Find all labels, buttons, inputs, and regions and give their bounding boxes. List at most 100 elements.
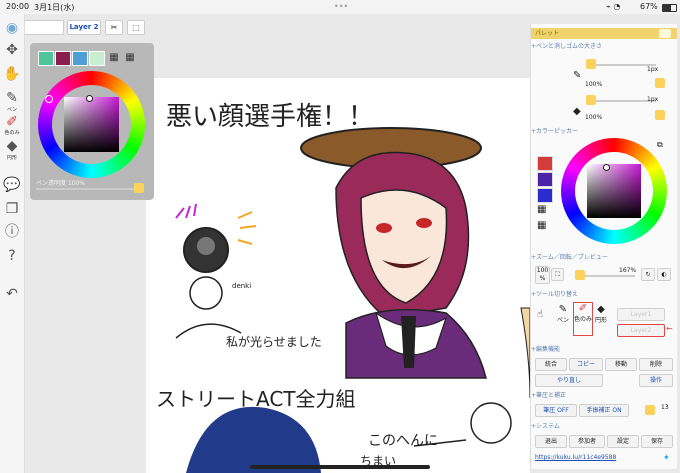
- layer2-button[interactable]: Layer2: [617, 324, 665, 337]
- round-label: 円形: [6, 155, 17, 161]
- eraser-size-value: 1px: [647, 96, 659, 103]
- hand-icon[interactable]: ✋: [3, 66, 21, 82]
- save-button[interactable]: 保存: [641, 435, 673, 448]
- help-icon[interactable]: ?: [3, 248, 21, 264]
- picker-remove-icon[interactable]: ▦: [537, 220, 546, 231]
- move-button[interactable]: 移動: [605, 358, 637, 371]
- canvas-caption-2: ストリートACT全力組: [156, 387, 356, 411]
- robot-vacuum-top: [197, 237, 215, 255]
- pen-size-knob[interactable]: [586, 59, 596, 69]
- eraser-size-track[interactable]: [586, 100, 656, 102]
- tool-round-button[interactable]: ◆ 円形: [593, 304, 609, 334]
- pen-label: ペン: [6, 107, 17, 113]
- correction-knob[interactable]: [645, 405, 655, 415]
- delete-button[interactable]: 削除: [639, 358, 673, 371]
- pressure-button[interactable]: 筆圧 OFF: [535, 404, 577, 417]
- settings-button[interactable]: 設定: [607, 435, 639, 448]
- color-chip-button[interactable]: [24, 20, 64, 35]
- members-button[interactable]: 参加者: [569, 435, 605, 448]
- rotate-icon[interactable]: ↻: [641, 268, 655, 281]
- zoom-header: +ズーム／回転／プレビュー: [531, 254, 608, 261]
- edit-header: +編集機能: [531, 346, 561, 353]
- canvas-caption-1: 私が光らせました: [226, 335, 322, 349]
- swatch-4[interactable]: [89, 51, 105, 66]
- picker-hue-ring[interactable]: [561, 138, 667, 244]
- pen-opacity-knob[interactable]: [134, 183, 144, 193]
- color-popup: ▦ ▦ ペン透明度 100%: [30, 43, 154, 200]
- info-icon[interactable]: ⓘ: [3, 224, 21, 240]
- zoom-value: 167%: [619, 267, 637, 274]
- home-indicator[interactable]: [250, 465, 430, 469]
- fit-screen-icon[interactable]: ⛶: [551, 268, 564, 281]
- tool-pen-button[interactable]: ✎ ペン: [555, 304, 571, 334]
- system-header: +システム: [531, 423, 560, 430]
- room-url-link[interactable]: https://kuku.lu/r11c4e9588: [535, 454, 616, 461]
- canvas-title: 悪い顔選手権！！: [166, 102, 375, 132]
- picker-swatch-3[interactable]: [537, 188, 553, 203]
- pen-size-value: 1px: [647, 66, 659, 73]
- tool-color-button[interactable]: ✐ 色のみ: [573, 302, 593, 336]
- select-frame-icon[interactable]: ⬚: [127, 20, 145, 35]
- picker-dropper-icon[interactable]: ⧉: [657, 140, 663, 150]
- add-swatch-icon[interactable]: ▦: [107, 51, 121, 64]
- swatch-1[interactable]: [38, 51, 54, 66]
- operation-button[interactable]: 操作: [639, 374, 673, 387]
- color-pen-icon[interactable]: ✐: [3, 114, 21, 130]
- picker-add-icon[interactable]: ▦: [537, 204, 546, 215]
- pen-opacity-track[interactable]: [36, 188, 136, 190]
- eraser-icon[interactable]: ◆: [3, 138, 21, 154]
- pen-size-icon: ✎: [573, 70, 582, 81]
- undo-icon[interactable]: ↶: [3, 286, 21, 302]
- merge-button[interactable]: 統合: [535, 358, 567, 371]
- picker-swatch-1[interactable]: [537, 156, 553, 171]
- picker-swatch-2[interactable]: [537, 172, 553, 187]
- pen-pct-value: 100%: [585, 81, 603, 88]
- eraser-pct-value: 100%: [585, 114, 603, 121]
- status-time: 20:00: [6, 2, 30, 11]
- zoom-knob[interactable]: [575, 270, 585, 280]
- multitask-dots[interactable]: •••: [334, 2, 348, 11]
- tool-hand-icon[interactable]: ☝: [537, 309, 543, 320]
- copy-button[interactable]: コピー: [569, 358, 603, 371]
- swatch-3[interactable]: [72, 51, 88, 66]
- hue-cursor[interactable]: [45, 95, 53, 103]
- app-logo-icon[interactable]: ◉: [3, 20, 21, 36]
- edge-hair-shape: [520, 307, 530, 399]
- drawing-canvas[interactable]: 悪い顔選手権！！ 私が光らせました ストリートACT全力組 このへんに ちまい …: [146, 78, 530, 473]
- hue-ring[interactable]: [38, 71, 145, 178]
- move-icon[interactable]: ✥: [3, 42, 21, 58]
- saturation-square[interactable]: [64, 97, 119, 152]
- left-toolbar: ◉ ✥ ✋ ✎ ペン ✐ 色のみ ◆ 円形 💬 ❐ ⓘ ? ↶: [0, 14, 25, 473]
- picker-saturation-square[interactable]: [587, 164, 641, 218]
- panel-title: パレット: [531, 28, 677, 39]
- small-person-head: [189, 276, 223, 310]
- battery-icon: [662, 4, 677, 12]
- panel-collapse-button[interactable]: [659, 29, 671, 38]
- correction-header: +筆圧と補正: [531, 392, 567, 399]
- pen-pct-knob[interactable]: [655, 78, 665, 88]
- layer-button[interactable]: Layer 2: [67, 20, 101, 35]
- pen-size-track[interactable]: [586, 64, 656, 66]
- hand-correction-button[interactable]: 手振補正 ON: [579, 404, 629, 417]
- status-bar: 20:00 3月1日(水) ••• ⌁ ◔ 67%: [0, 0, 680, 14]
- pen-icon[interactable]: ✎: [3, 90, 21, 106]
- status-date: 3月1日(水): [34, 3, 75, 12]
- eraser-size-knob[interactable]: [586, 95, 596, 105]
- wifi-icon: ⌁ ◔: [606, 2, 621, 11]
- swatch-2[interactable]: [55, 51, 71, 66]
- chat-icon[interactable]: 💬: [3, 177, 21, 193]
- preview-icon[interactable]: ◐: [657, 268, 671, 281]
- exit-button[interactable]: 退出: [535, 435, 567, 448]
- sparkle-marks-right: [237, 211, 257, 245]
- layers-icon[interactable]: ❐: [3, 201, 21, 217]
- sv-cursor[interactable]: [86, 95, 93, 102]
- zoom-100-button[interactable]: 100 %: [535, 266, 550, 284]
- layer-ops-icon[interactable]: ✂: [105, 20, 123, 35]
- picker-sv-cursor[interactable]: [603, 164, 610, 171]
- redo-button[interactable]: やり直し: [535, 374, 603, 387]
- twitter-icon[interactable]: ✦: [663, 453, 670, 462]
- remove-swatch-icon[interactable]: ▦: [123, 51, 137, 64]
- layer1-button[interactable]: Layer1: [617, 308, 665, 321]
- eraser-pct-knob[interactable]: [655, 110, 665, 120]
- tool-switch-header: +ツール切り替え: [531, 291, 579, 298]
